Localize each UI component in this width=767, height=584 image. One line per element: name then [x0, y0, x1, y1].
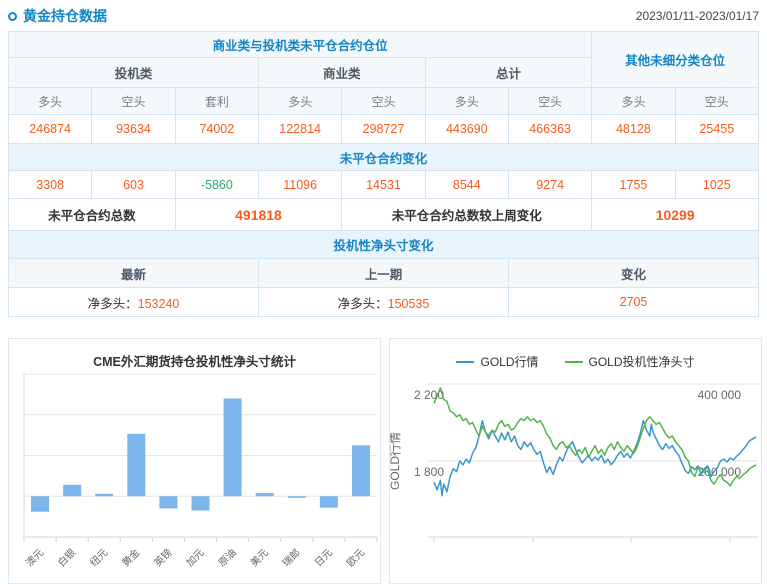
change-value: 603 [92, 171, 175, 199]
total-change-label: 未平仓合约总数较上周变化 [342, 199, 592, 231]
positions-table: 商业类与投机类未平仓合约仓位 其他未细分类仓位 投机类 商业类 总计 多头 空头… [8, 31, 759, 317]
page-header: 黄金持仓数据 2023/01/11-2023/01/17 [0, 0, 767, 28]
position-value: 93634 [92, 115, 175, 144]
position-value: 25455 [675, 115, 758, 144]
svg-text:GOLD行情: GOLD行情 [390, 432, 402, 490]
column-header: 多头 [425, 88, 508, 115]
position-value: 48128 [592, 115, 675, 144]
svg-text:美元: 美元 [247, 546, 270, 569]
table-row: 商业类与投机类未平仓合约仓位 其他未细分类仓位 [9, 32, 759, 58]
table-row: 未平仓合约变化 [9, 144, 759, 171]
column-header: 空头 [342, 88, 425, 115]
change-value: -5860 [175, 171, 258, 199]
change-value: 8544 [425, 171, 508, 199]
column-header: 多头 [9, 88, 92, 115]
svg-text:欧元: 欧元 [344, 547, 367, 570]
legend-label-net-position: GOLD投机性净头寸 [589, 353, 695, 370]
change-value: 3308 [9, 171, 92, 199]
group-header-cell: 商业类与投机类未平仓合约仓位 [9, 32, 592, 58]
subgroup-commercial: 商业类 [258, 58, 425, 88]
table-row: 3308 603 -5860 11096 14531 8544 9274 175… [9, 171, 759, 199]
column-header: 多头 [258, 88, 341, 115]
position-value: 246874 [9, 115, 92, 144]
table-row: 246874 93634 74002 122814 298727 443690 … [9, 115, 759, 144]
table-row: 未平仓合约总数 491818 未平仓合约总数较上周变化 10299 [9, 199, 759, 231]
net-header-latest: 最新 [9, 259, 259, 288]
svg-text:1 800: 1 800 [414, 465, 444, 479]
bar-chart-card: CME外汇期货持仓投机性净头寸统计 澳元白银纽元黄金英镑加元原油美元瑞郎日元欧元 [8, 338, 381, 584]
svg-text:白银: 白银 [55, 546, 78, 569]
net-header-previous: 上一期 [258, 259, 508, 288]
net-change-value: 2705 [508, 288, 758, 317]
svg-text:瑞郎: 瑞郎 [280, 546, 303, 569]
column-header: 空头 [92, 88, 175, 115]
legend-line-swatch-green [565, 361, 583, 363]
net-latest-cell: 净多头：153240 [9, 288, 259, 317]
change-value: 1025 [675, 171, 758, 199]
net-previous-value: 150535 [388, 297, 430, 311]
net-header-change: 变化 [508, 259, 758, 288]
position-value: 298727 [342, 115, 425, 144]
position-value: 466363 [508, 115, 591, 144]
total-change-value: 10299 [592, 199, 759, 231]
gold-price-net-position-line-chart[interactable]: 2 2001 800400 000200 000GOLD行情 [390, 371, 761, 575]
legend-item-gold-price[interactable]: GOLD行情 [456, 353, 538, 370]
net-previous-label: 净多头： [338, 297, 388, 311]
line-chart-card: GOLD行情 GOLD投机性净头寸 2 2001 800400 000200 0… [389, 338, 762, 584]
column-header: 多头 [592, 88, 675, 115]
bar-chart-title: CME外汇期货持仓投机性净头寸统计 [9, 353, 380, 371]
table-row: 净多头：153240 净多头：150535 2705 [9, 288, 759, 317]
column-header: 空头 [508, 88, 591, 115]
page-title: 黄金持仓数据 [23, 6, 107, 26]
subgroup-speculative: 投机类 [9, 58, 259, 88]
table-row: 投机性净头寸变化 [9, 231, 759, 259]
total-open-interest-value: 491818 [175, 199, 342, 231]
legend-item-net-position[interactable]: GOLD投机性净头寸 [565, 353, 695, 370]
net-latest-label: 净多头： [88, 297, 138, 311]
svg-text:黄金: 黄金 [119, 546, 142, 569]
other-header-cell: 其他未细分类仓位 [592, 32, 759, 88]
net-previous-cell: 净多头：150535 [258, 288, 508, 317]
date-range: 2023/01/11-2023/01/17 [636, 9, 759, 23]
net-band-header: 投机性净头寸变化 [9, 231, 759, 259]
change-band-header: 未平仓合约变化 [9, 144, 759, 171]
legend-label-gold-price: GOLD行情 [480, 353, 538, 370]
position-value: 443690 [425, 115, 508, 144]
change-value: 14531 [342, 171, 425, 199]
position-value: 74002 [175, 115, 258, 144]
total-open-interest-label: 未平仓合约总数 [9, 199, 176, 231]
svg-text:日元: 日元 [313, 547, 335, 569]
svg-text:澳元: 澳元 [23, 546, 46, 569]
change-value: 9274 [508, 171, 591, 199]
change-value: 1755 [592, 171, 675, 199]
table-row: 多头 空头 套利 多头 空头 多头 空头 多头 空头 [9, 88, 759, 115]
position-value: 122814 [258, 115, 341, 144]
svg-text:英镑: 英镑 [151, 546, 174, 569]
change-value: 11096 [258, 171, 341, 199]
subgroup-total: 总计 [425, 58, 592, 88]
cme-net-positions-bar-chart[interactable]: 澳元白银纽元黄金英镑加元原油美元瑞郎日元欧元 [9, 371, 380, 575]
legend-line-swatch-blue [456, 361, 474, 363]
net-latest-value: 153240 [138, 297, 180, 311]
chart-legend: GOLD行情 GOLD投机性净头寸 [390, 352, 761, 371]
bullet-circle-icon [8, 12, 17, 21]
charts-area: CME外汇期货持仓投机性净头寸统计 澳元白银纽元黄金英镑加元原油美元瑞郎日元欧元… [8, 338, 762, 584]
svg-text:原油: 原油 [215, 546, 238, 569]
svg-text:400 000: 400 000 [698, 388, 742, 402]
column-header: 空头 [675, 88, 758, 115]
column-header: 套利 [175, 88, 258, 115]
table-row: 最新 上一期 变化 [9, 259, 759, 288]
svg-text:纽元: 纽元 [87, 546, 110, 569]
svg-text:加元: 加元 [184, 547, 207, 570]
